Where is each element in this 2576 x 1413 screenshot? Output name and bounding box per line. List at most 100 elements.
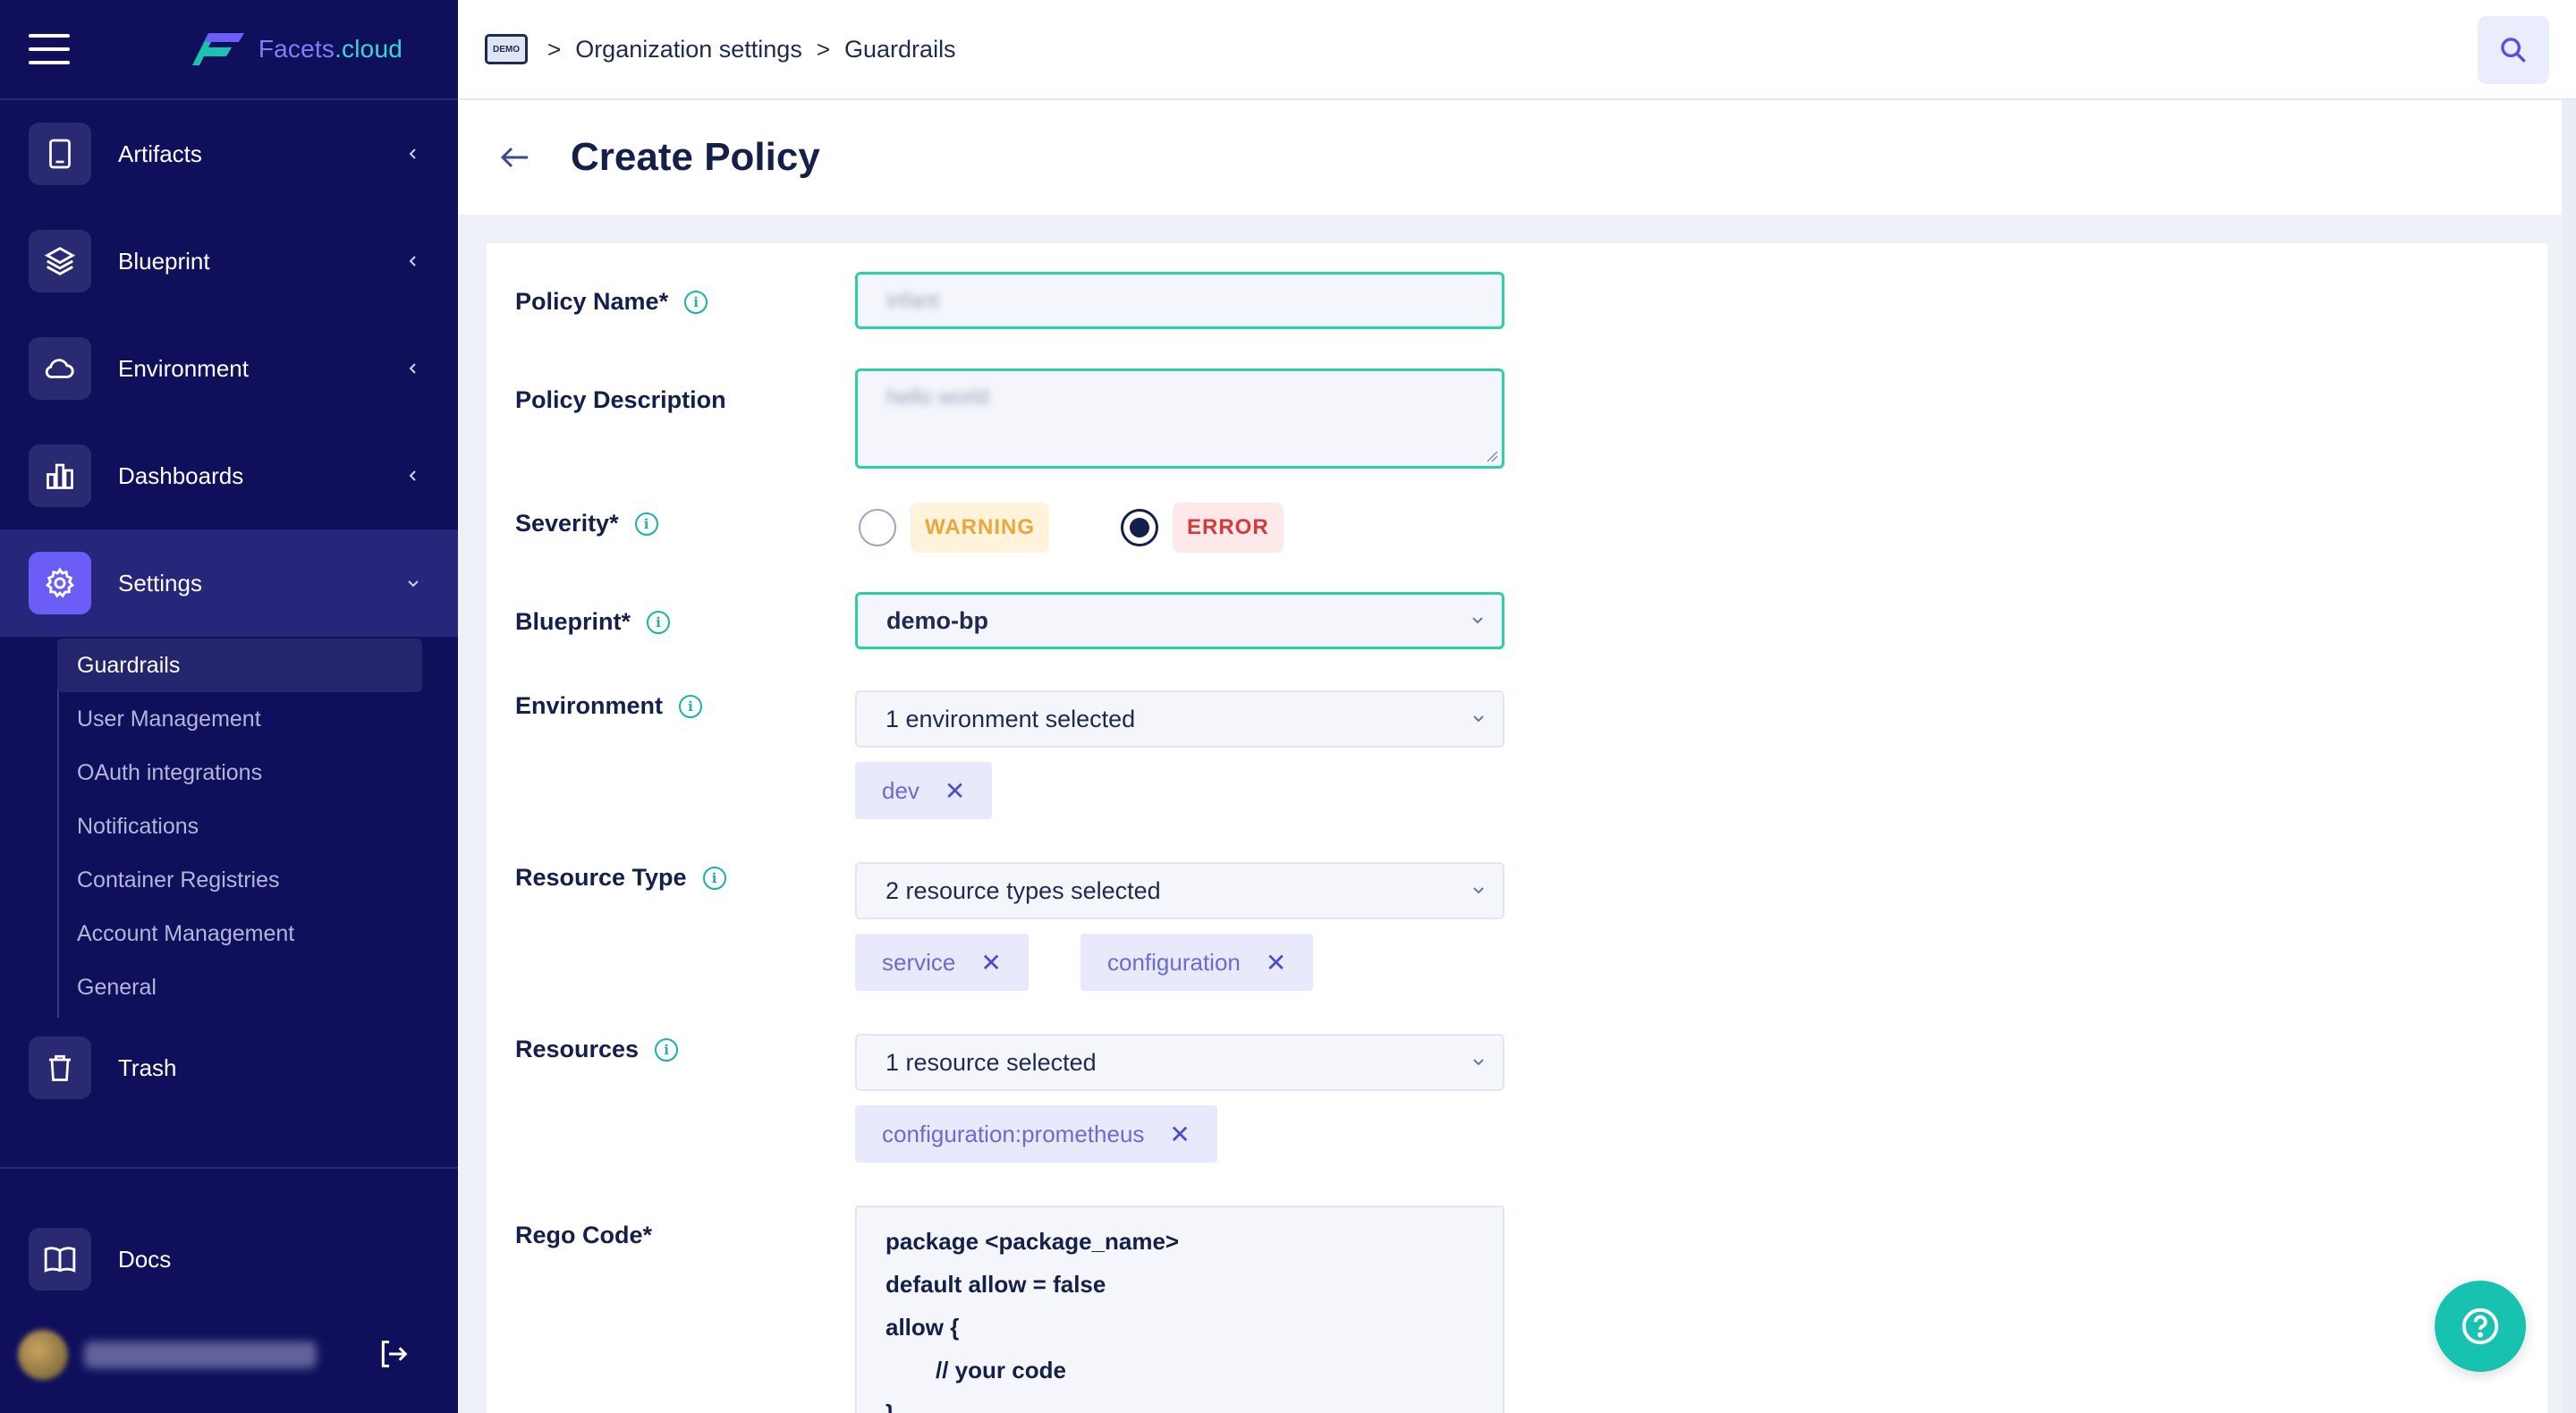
sidebar-item-docs[interactable]: Docs bbox=[0, 1206, 458, 1313]
sidebar-item-label: Trash bbox=[118, 1053, 177, 1081]
top-header: DEMO > Organization settings > Guardrail… bbox=[458, 0, 2576, 100]
user-name-redacted bbox=[84, 1341, 317, 1368]
sidebar-subitem-guardrails[interactable]: Guardrails bbox=[57, 639, 422, 692]
resource-type-chip: service ✕ bbox=[855, 934, 1029, 991]
breadcrumb-organization-settings[interactable]: Organization settings bbox=[575, 36, 802, 63]
search-icon bbox=[2501, 38, 2526, 63]
sidebar-subitem-oauth-integrations[interactable]: OAuth integrations bbox=[57, 746, 458, 800]
policy-name-input[interactable]: infant bbox=[855, 272, 1504, 329]
code-line: } bbox=[886, 1400, 895, 1413]
resource-type-label: Resource Type bbox=[515, 864, 687, 891]
policy-description-label: Policy Description bbox=[515, 386, 726, 413]
code-line: default allow = false bbox=[886, 1271, 1106, 1298]
environment-row: Environment i bbox=[515, 692, 703, 720]
info-icon[interactable]: i bbox=[634, 512, 658, 536]
create-policy-form: Policy Name* i infant Policy Description… bbox=[487, 243, 2547, 1413]
demo-badge-icon[interactable]: DEMO bbox=[485, 34, 528, 64]
info-icon[interactable]: i bbox=[679, 694, 703, 718]
sidebar-item-dashboards[interactable]: Dashboards bbox=[0, 422, 458, 529]
chevron-down-icon bbox=[1473, 715, 1484, 723]
trash-icon bbox=[29, 1036, 91, 1099]
severity-error-badge[interactable]: ERROR bbox=[1173, 503, 1284, 553]
remove-chip-icon[interactable]: ✕ bbox=[1169, 1120, 1190, 1149]
resources-chip: configuration:prometheus ✕ bbox=[855, 1105, 1217, 1163]
resources-select[interactable]: 1 resource selected bbox=[855, 1034, 1504, 1091]
policy-name-value: infant bbox=[886, 289, 939, 313]
environment-select[interactable]: 1 environment selected bbox=[855, 690, 1504, 748]
book-icon bbox=[29, 1228, 91, 1290]
hamburger-menu-icon[interactable] bbox=[29, 34, 70, 64]
remove-chip-icon[interactable]: ✕ bbox=[1266, 948, 1286, 977]
sidebar-subitem-user-management[interactable]: User Management bbox=[57, 692, 458, 746]
policy-description-textarea[interactable]: hello world bbox=[855, 368, 1504, 469]
search-button[interactable] bbox=[2478, 16, 2549, 84]
sidebar-item-artifacts[interactable]: Artifacts bbox=[0, 100, 458, 207]
resources-label: Resources bbox=[515, 1036, 640, 1062]
chevron-down-icon bbox=[408, 580, 419, 588]
resize-handle-icon[interactable] bbox=[1486, 450, 1498, 462]
sidebar-subitem-account-management[interactable]: Account Management bbox=[57, 907, 458, 960]
sidebar-item-environment[interactable]: Environment bbox=[0, 315, 458, 422]
sidebar-item-trash[interactable]: Trash bbox=[0, 1014, 458, 1121]
breadcrumb-guardrails: Guardrails bbox=[844, 35, 956, 63]
breadcrumb: > Organization settings > Guardrails bbox=[533, 36, 956, 63]
resource-type-value: 2 resource types selected bbox=[886, 876, 1161, 904]
sidebar-item-settings[interactable]: Settings bbox=[0, 529, 458, 637]
severity-warning-radio[interactable] bbox=[859, 509, 896, 546]
back-arrow-icon[interactable] bbox=[499, 144, 531, 171]
sidebar-subitem-general[interactable]: General bbox=[57, 960, 458, 1014]
environment-value: 1 environment selected bbox=[886, 705, 1136, 732]
environment-chip: dev ✕ bbox=[855, 762, 993, 819]
info-icon[interactable]: i bbox=[655, 1037, 679, 1062]
blueprint-label: Blueprint* bbox=[515, 608, 631, 635]
breadcrumb-separator: > bbox=[547, 35, 562, 63]
resources-value: 1 resource selected bbox=[886, 1048, 1097, 1076]
severity-row: Severity* i bbox=[515, 510, 658, 537]
info-icon[interactable]: i bbox=[684, 290, 708, 314]
sidebar-item-label: Docs bbox=[118, 1245, 172, 1273]
page-title: Create Policy bbox=[571, 135, 820, 179]
brand-name: Facets.cloud bbox=[258, 35, 402, 63]
code-line: // your code bbox=[936, 1357, 1066, 1383]
severity-label: Severity* bbox=[515, 510, 619, 537]
sidebar-item-blueprint[interactable]: Blueprint bbox=[0, 207, 458, 315]
environment-label: Environment bbox=[515, 692, 664, 719]
severity-warning-badge[interactable]: WARNING bbox=[911, 503, 1049, 553]
sidebar-item-label: Environment bbox=[118, 354, 249, 382]
sidebar-subitem-container-registries[interactable]: Container Registries bbox=[57, 853, 458, 907]
sidebar-header: Facets.cloud bbox=[0, 0, 458, 100]
blueprint-select[interactable]: demo-bp bbox=[855, 592, 1504, 649]
user-profile[interactable] bbox=[18, 1324, 438, 1386]
chevron-down-icon bbox=[1472, 617, 1483, 624]
rego-code-editor[interactable]: package <package_name> default allow = f… bbox=[855, 1206, 1504, 1413]
sidebar-divider bbox=[0, 1167, 458, 1169]
chevron-left-icon bbox=[409, 148, 416, 159]
sidebar-subitem-notifications[interactable]: Notifications bbox=[57, 800, 458, 853]
help-button[interactable] bbox=[2435, 1281, 2526, 1372]
severity-error-radio[interactable] bbox=[1121, 509, 1158, 546]
chevron-left-icon bbox=[409, 363, 416, 374]
page-header: Create Policy bbox=[458, 100, 2576, 215]
facets-logo-icon bbox=[191, 33, 244, 65]
cloud-icon bbox=[29, 337, 91, 400]
blueprint-value: demo-bp bbox=[886, 606, 988, 634]
chevron-down-icon bbox=[1473, 1059, 1484, 1066]
remove-chip-icon[interactable]: ✕ bbox=[980, 948, 1001, 977]
brand-logo[interactable]: Facets.cloud bbox=[189, 30, 402, 69]
policy-description-row: Policy Description bbox=[515, 386, 726, 414]
sidebar-item-label: Settings bbox=[118, 569, 202, 597]
avatar bbox=[18, 1330, 68, 1380]
resource-type-chip: configuration ✕ bbox=[1080, 934, 1314, 991]
policy-description-value: hello world bbox=[886, 385, 989, 410]
chip-label: dev bbox=[882, 776, 919, 804]
resource-type-select[interactable]: 2 resource types selected bbox=[855, 862, 1504, 919]
info-icon[interactable]: i bbox=[647, 610, 671, 634]
info-icon[interactable]: i bbox=[702, 866, 726, 890]
remove-chip-icon[interactable]: ✕ bbox=[945, 776, 965, 806]
chevron-left-icon bbox=[409, 470, 416, 481]
severity-options: WARNING ERROR bbox=[859, 503, 1284, 553]
rego-code-row: Rego Code* bbox=[515, 1222, 652, 1249]
page-scrollbar[interactable] bbox=[2562, 100, 2576, 1413]
chevron-left-icon bbox=[409, 256, 416, 267]
logout-icon[interactable] bbox=[376, 1336, 411, 1372]
